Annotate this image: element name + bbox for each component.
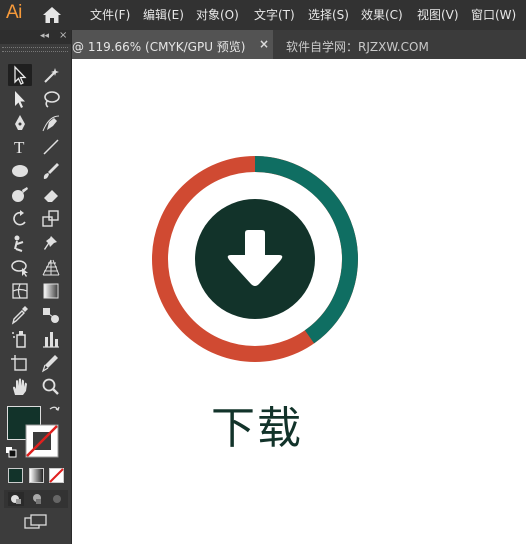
menu-type[interactable]: 文字(T)	[254, 6, 295, 23]
selection-tool-icon[interactable]	[8, 64, 32, 86]
blend-tool-icon[interactable]	[39, 304, 63, 326]
pen-tool-icon[interactable]	[8, 112, 32, 134]
screen-mode-icon[interactable]	[24, 514, 48, 530]
paintbrush-tool-icon[interactable]	[39, 160, 63, 182]
menu-object[interactable]: 对象(O)	[196, 6, 239, 23]
menu-view[interactable]: 视图(V)	[417, 6, 459, 23]
menu-bar: Ai 文件(F) 编辑(E) 对象(O) 文字(T) 选择(S) 效果(C) 视…	[0, 0, 526, 30]
slice-tool-icon[interactable]	[39, 352, 63, 374]
panel-grip[interactable]	[2, 47, 68, 52]
type-tool-icon[interactable]: T	[8, 136, 32, 158]
download-artwork	[152, 156, 358, 362]
menu-effect[interactable]: 效果(C)	[361, 6, 403, 23]
artboard-canvas[interactable]: 下载	[72, 59, 526, 544]
tab-close-icon[interactable]: ×	[259, 37, 269, 51]
app-logo: Ai	[6, 2, 22, 23]
close-panel-icon[interactable]: ×	[59, 30, 67, 41]
hand-tool-icon[interactable]	[8, 376, 32, 398]
tab-active-label: @ 119.66% (CMYK/GPU 预览)	[72, 40, 246, 54]
swap-fill-stroke-icon[interactable]	[47, 404, 61, 418]
artwork-caption: 下载	[211, 403, 303, 454]
menu-window[interactable]: 窗口(W)	[471, 6, 516, 23]
curvature-tool-icon[interactable]	[39, 112, 63, 134]
rotate-tool-icon[interactable]	[8, 208, 32, 230]
default-fill-stroke-icon[interactable]	[5, 446, 17, 458]
magic-wand-tool-icon[interactable]	[39, 64, 63, 86]
mesh-tool-icon[interactable]	[8, 280, 32, 302]
ellipse-tool-icon[interactable]	[8, 160, 32, 182]
lasso-tool-icon[interactable]	[39, 88, 63, 110]
home-icon[interactable]	[42, 6, 62, 24]
stroke-none-swatch[interactable]	[25, 424, 59, 458]
zoom-tool-icon[interactable]	[39, 376, 63, 398]
draw-normal-icon[interactable]	[8, 492, 24, 506]
symbol-sprayer-tool-icon[interactable]	[8, 328, 32, 350]
none-mode-button[interactable]	[49, 468, 64, 483]
direct-selection-tool-icon[interactable]	[8, 88, 32, 110]
draw-behind-icon[interactable]	[33, 494, 41, 504]
tab-inactive-document[interactable]: 软件自学网：RJZXW.COM	[286, 38, 429, 55]
scale-tool-icon[interactable]	[39, 208, 63, 230]
menu-edit[interactable]: 编辑(E)	[143, 6, 184, 23]
line-tool-icon[interactable]	[39, 136, 63, 158]
collapse-panel-icon[interactable]: ◂◂	[40, 31, 49, 41]
tab-active-document[interactable]: @ 119.66% (CMYK/GPU 预览) ×	[72, 30, 273, 59]
free-transform-tool-icon[interactable]	[8, 256, 32, 278]
color-mode-button[interactable]	[8, 468, 23, 483]
svg-text:T: T	[14, 138, 25, 157]
eyedropper-tool-icon[interactable]	[8, 304, 32, 326]
column-graph-tool-icon[interactable]	[39, 328, 63, 350]
gradient-mode-button[interactable]	[29, 468, 44, 483]
shaper-tool-icon[interactable]	[8, 184, 32, 206]
puppet-warp-tool-icon[interactable]	[8, 232, 32, 254]
eraser-tool-icon[interactable]	[39, 184, 63, 206]
menu-select[interactable]: 选择(S)	[308, 6, 349, 23]
menu-file[interactable]: 文件(F)	[90, 6, 130, 23]
perspective-grid-tool-icon[interactable]	[39, 256, 63, 278]
document-tab-bar: @ 119.66% (CMYK/GPU 预览) × 软件自学网：RJZXW.CO…	[72, 30, 526, 59]
artboard-tool-icon[interactable]	[8, 352, 32, 374]
drawing-modes-bar	[4, 490, 68, 508]
pin-tool-icon[interactable]	[39, 232, 63, 254]
tools-panel: ◂◂ × T	[0, 30, 72, 544]
gradient-tool-icon[interactable]	[39, 280, 63, 302]
tools-panel-header: ◂◂ ×	[0, 30, 71, 44]
draw-inside-icon[interactable]	[53, 495, 61, 503]
